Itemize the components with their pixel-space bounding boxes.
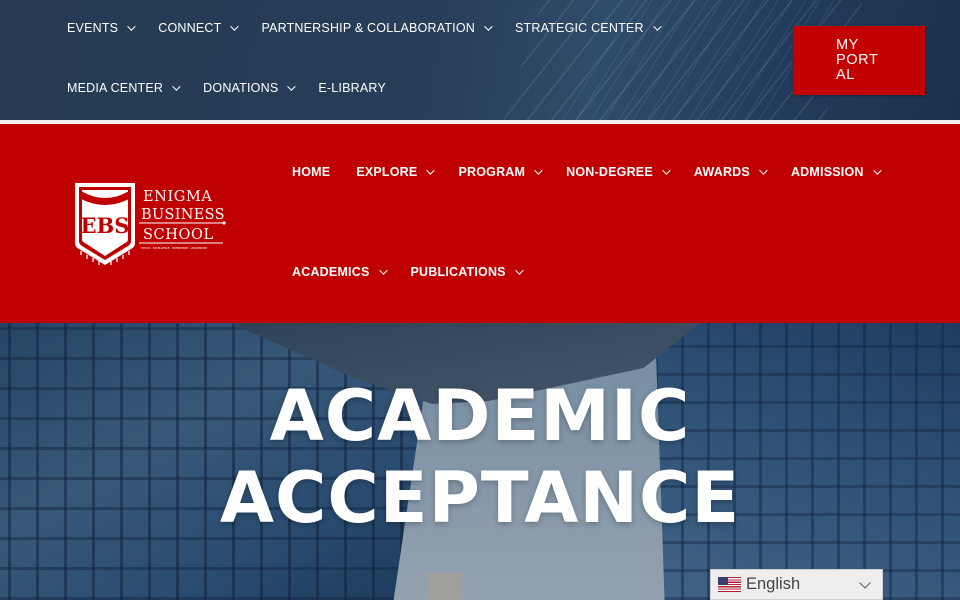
chevron-down-icon [230, 22, 240, 31]
chevron-down-icon [534, 166, 543, 175]
my-portal-button[interactable]: MY PORT AL [793, 26, 925, 95]
chevron-down-icon [514, 266, 524, 275]
main-nav-item-publications[interactable]: PUBLICATIONS [410, 265, 524, 279]
main-nav-item-label: PROGRAM [458, 165, 526, 179]
main-nav-item-label: HOME [292, 165, 331, 179]
chevron-down-icon [127, 22, 136, 31]
top-nav-row-1: EVENTS CONNECT PARTNERSHIP & COLLABORATI… [67, 21, 684, 35]
main-nav-item-home[interactable]: HOME [292, 165, 330, 179]
main-nav-row-2: ACADEMICS PUBLICATIONS [292, 265, 547, 279]
chevron-down-icon [859, 577, 871, 589]
school-logo[interactable]: EBS ENIGMA BUSINESS SCHOOL ETHICS · EXCE… [73, 181, 233, 267]
language-selector[interactable]: English [710, 569, 883, 600]
top-nav-item-media-center[interactable]: MEDIA CENTER [67, 81, 181, 95]
logo-tagline: ETHICS · EXCELLENCE · EXPERIENCE · LEADE… [141, 246, 207, 250]
main-nav-item-label: NON-DEGREE [566, 165, 653, 179]
main-nav-item-non-degree[interactable]: NON-DEGREE [566, 165, 671, 179]
chevron-down-icon [378, 266, 388, 275]
top-nav-item-donations[interactable]: DONATIONS [203, 81, 297, 95]
top-nav-item-label: STRATEGIC CENTER [515, 21, 644, 35]
main-nav-item-academics[interactable]: ACADEMICS [292, 265, 388, 279]
portal-label-line: AL [836, 67, 855, 83]
logo-name-line: BUSINESS [141, 207, 225, 223]
main-nav-item-label: ADMISSION [790, 165, 864, 179]
main-nav-item-label: AWARDS [693, 165, 750, 179]
page-title: ACADEMIC ACCEPTANCE [219, 375, 741, 539]
main-header: EBS ENIGMA BUSINESS SCHOOL ETHICS · EXCE… [0, 124, 960, 323]
us-flag-icon [718, 577, 741, 592]
chevron-down-icon [426, 166, 436, 175]
chevron-down-icon [872, 166, 882, 175]
top-nav-item-label: MEDIA CENTER [67, 81, 164, 95]
top-nav-item-label: PARTNERSHIP & COLLABORATION [261, 21, 475, 35]
top-nav-item-label: E-LIBRARY [318, 81, 386, 95]
main-nav-row-1: HOME EXPLORE PROGRAM NON-DEGREE AWARDS A… [292, 165, 905, 179]
chevron-down-icon [287, 82, 297, 91]
top-utility-bar: EVENTS CONNECT PARTNERSHIP & COLLABORATI… [0, 0, 960, 120]
main-nav-item-awards[interactable]: AWARDS [693, 165, 768, 179]
main-nav-item-program[interactable]: PROGRAM [458, 165, 543, 179]
portal-label-line: PORT [836, 52, 879, 68]
main-nav-item-admission[interactable]: ADMISSION [790, 165, 882, 179]
top-nav-item-e-library[interactable]: E-LIBRARY [318, 81, 386, 95]
chevron-down-icon [172, 82, 181, 91]
chevron-down-icon [662, 166, 671, 175]
top-nav-row-2: MEDIA CENTER DONATIONS E-LIBRARY [67, 81, 411, 95]
main-nav-item-label: ACADEMICS [292, 265, 370, 279]
chevron-down-icon [759, 166, 768, 175]
chevron-down-icon [484, 22, 493, 31]
main-nav-item-label: EXPLORE [356, 165, 418, 179]
logo-name-line: ENIGMA [143, 189, 213, 205]
hero-banner: ACADEMIC ACCEPTANCE [0, 323, 960, 600]
top-nav-item-connect[interactable]: CONNECT [158, 21, 240, 35]
ebs-logo-icon: EBS ENIGMA BUSINESS SCHOOL ETHICS · EXCE… [75, 183, 226, 265]
top-nav-item-label: EVENTS [67, 21, 119, 35]
main-nav-item-explore[interactable]: EXPLORE [356, 165, 436, 179]
top-nav-item-label: DONATIONS [203, 81, 279, 95]
portal-label-line: MY [836, 37, 859, 53]
chevron-down-icon [652, 22, 662, 31]
logo-monogram: EBS [81, 213, 130, 238]
top-nav-item-partnership[interactable]: PARTNERSHIP & COLLABORATION [261, 21, 493, 35]
top-nav-item-events[interactable]: EVENTS [67, 21, 136, 35]
language-label: English [746, 575, 801, 593]
main-nav-item-label: PUBLICATIONS [410, 265, 506, 279]
top-nav-item-strategic-center[interactable]: STRATEGIC CENTER [515, 21, 662, 35]
logo-name-line: SCHOOL [143, 227, 214, 243]
top-nav-item-label: CONNECT [158, 21, 222, 35]
